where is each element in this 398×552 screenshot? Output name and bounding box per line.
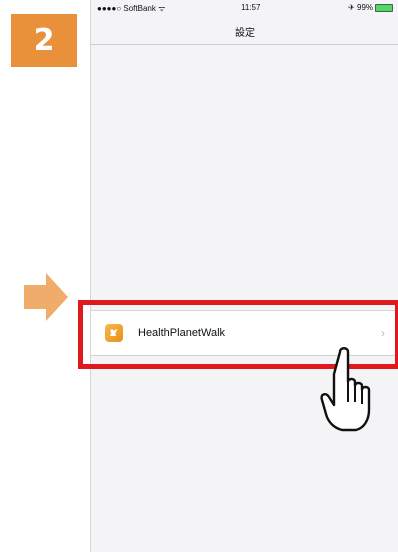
carrier-signal: ●●●●○ SoftBank ᯤ bbox=[97, 4, 166, 13]
phone-screen: ●●●●○ SoftBank ᯤ 11:57 ✈ 99% 設定 HealthPl… bbox=[90, 0, 398, 552]
status-time: 11:57 bbox=[241, 3, 261, 12]
page-title: 設定 bbox=[235, 28, 255, 39]
pointing-hand-icon bbox=[320, 347, 371, 432]
battery-status: ✈ 99% bbox=[348, 3, 393, 12]
battery-percent: ✈ 99% bbox=[348, 3, 373, 12]
nav-divider bbox=[91, 44, 398, 45]
right-arrow-icon bbox=[24, 273, 68, 321]
battery-icon bbox=[375, 3, 393, 12]
status-bar: ●●●●○ SoftBank ᯤ 11:57 ✈ 99% bbox=[91, 0, 398, 16]
step-number-badge: 2 bbox=[11, 14, 77, 67]
